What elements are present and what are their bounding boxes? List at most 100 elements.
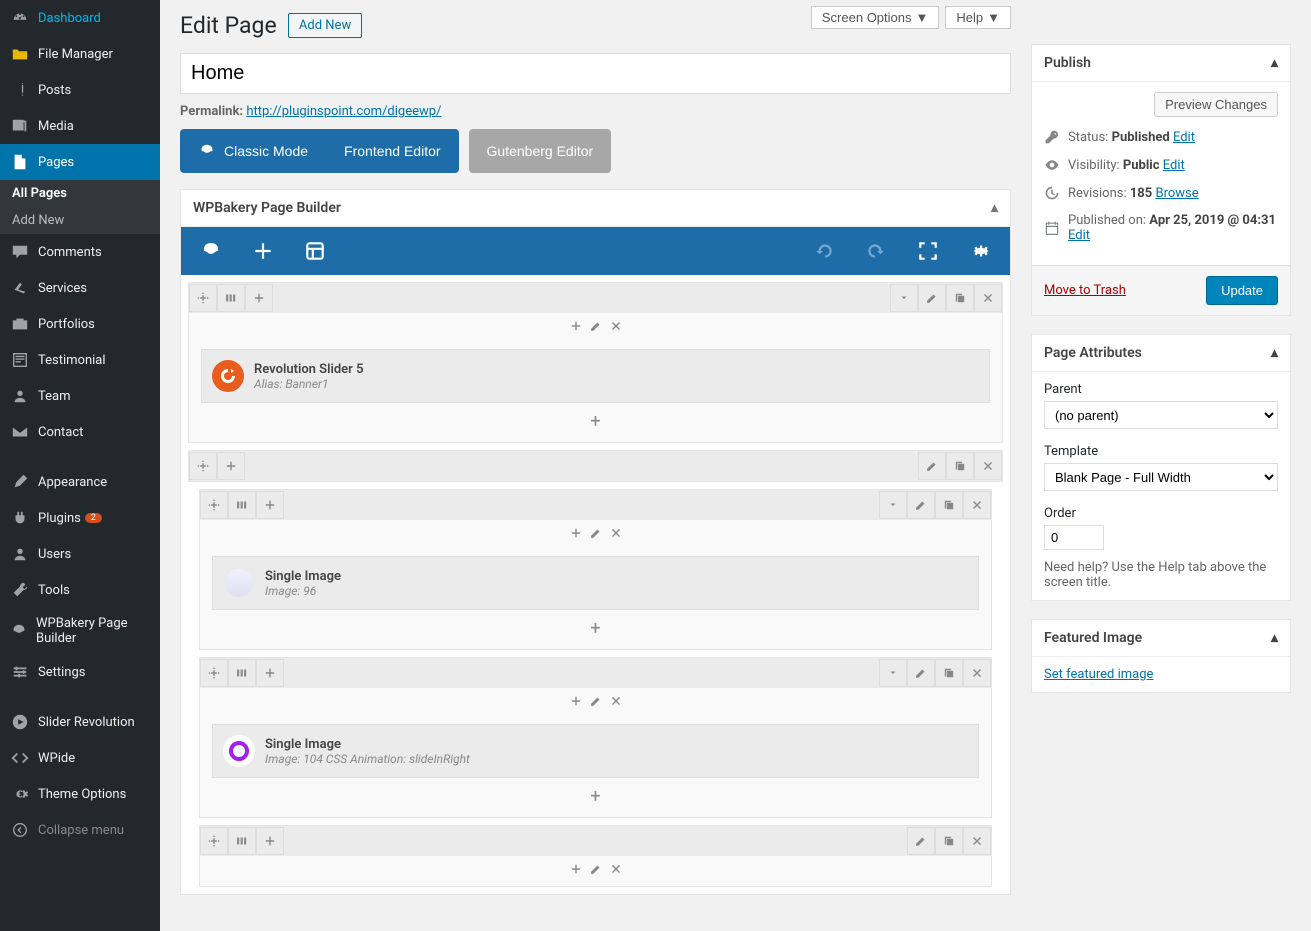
sidebar-item-filemanager[interactable]: File Manager (0, 36, 160, 72)
panel-collapse-icon[interactable]: ▴ (1271, 630, 1278, 646)
sidebar-sub-allpages[interactable]: All Pages (0, 180, 160, 207)
row-columns-button[interactable] (228, 491, 256, 519)
element-block[interactable]: Revolution Slider 5Alias: Banner1 (201, 349, 990, 403)
col-add-icon[interactable] (569, 526, 583, 540)
row-delete-button[interactable] (963, 491, 991, 519)
element-block[interactable]: Single ImageImage: 96 (212, 556, 979, 610)
help-button[interactable]: Help ▼ (945, 6, 1011, 29)
element-block[interactable]: Single ImageImage: 104 CSS Animation: sl… (212, 724, 979, 778)
sidebar-item-portfolios[interactable]: Portfolios (0, 306, 160, 342)
sidebar-item-media[interactable]: Media (0, 108, 160, 144)
col-add-icon[interactable] (569, 694, 583, 708)
col-delete-icon[interactable] (609, 862, 623, 876)
add-new-button[interactable]: Add New (288, 13, 362, 38)
row-clone-button[interactable] (946, 284, 974, 312)
preview-changes-button[interactable]: Preview Changes (1154, 92, 1278, 117)
col-edit-icon[interactable] (589, 694, 603, 708)
sidebar-item-wpbakery[interactable]: WPBakery Page Builder (0, 608, 160, 654)
sidebar-item-services[interactable]: Services (0, 270, 160, 306)
sidebar-item-users[interactable]: Users (0, 536, 160, 572)
sidebar-sub-addnew[interactable]: Add New (0, 207, 160, 234)
row-dropdown-button[interactable] (879, 491, 907, 519)
sidebar-item-tools[interactable]: Tools (0, 572, 160, 608)
row-clone-button[interactable] (935, 659, 963, 687)
panel-collapse-icon[interactable]: ▴ (1271, 55, 1278, 71)
row-columns-button[interactable] (217, 284, 245, 312)
classic-mode-tab[interactable]: Classic Mode (180, 129, 326, 173)
row-add-button[interactable] (217, 452, 245, 480)
row-edit-button[interactable] (907, 491, 935, 519)
col-delete-icon[interactable] (609, 319, 623, 333)
fullscreen-icon[interactable] (916, 239, 940, 263)
row-add-button[interactable] (256, 827, 284, 855)
redo-icon[interactable] (864, 239, 888, 263)
sidebar-item-plugins[interactable]: Plugins2 (0, 500, 160, 536)
order-input[interactable] (1044, 525, 1104, 550)
sidebar-item-themeoptions[interactable]: Theme Options (0, 776, 160, 812)
sidebar-item-slider[interactable]: Slider Revolution (0, 704, 160, 740)
sidebar-item-wpide[interactable]: WPide (0, 740, 160, 776)
sidebar-item-pages[interactable]: Pages (0, 144, 160, 180)
sidebar-item-dashboard[interactable]: Dashboard (0, 0, 160, 36)
row-delete-button[interactable] (974, 452, 1002, 480)
row-dropdown-button[interactable] (890, 284, 918, 312)
col-delete-icon[interactable] (609, 694, 623, 708)
permalink-url[interactable]: http://pluginspoint.com/digeewp/ (246, 104, 441, 119)
row-edit-button[interactable] (907, 827, 935, 855)
edit-status-link[interactable]: Edit (1173, 130, 1195, 145)
row-clone-button[interactable] (935, 827, 963, 855)
template-select[interactable]: Blank Page - Full Width (1044, 463, 1278, 491)
row-add-button[interactable] (245, 284, 273, 312)
row-move-handle[interactable] (189, 452, 217, 480)
row-clone-button[interactable] (935, 491, 963, 519)
row-move-handle[interactable] (200, 659, 228, 687)
update-button[interactable]: Update (1206, 276, 1278, 305)
col-add-icon[interactable] (569, 862, 583, 876)
wpbakery-logo-icon[interactable] (199, 239, 223, 263)
row-edit-button[interactable] (918, 284, 946, 312)
sidebar-item-testimonial[interactable]: Testimonial (0, 342, 160, 378)
sidebar-item-posts[interactable]: Posts (0, 72, 160, 108)
row-dropdown-button[interactable] (879, 659, 907, 687)
row-add-button[interactable] (256, 491, 284, 519)
col-edit-icon[interactable] (589, 526, 603, 540)
panel-collapse-icon[interactable]: ▴ (991, 200, 998, 216)
template-icon[interactable] (303, 239, 327, 263)
row-delete-button[interactable] (963, 827, 991, 855)
column-add-button[interactable]: + (200, 778, 991, 817)
sidebar-item-settings[interactable]: Settings (0, 654, 160, 690)
undo-icon[interactable] (812, 239, 836, 263)
move-to-trash-link[interactable]: Move to Trash (1044, 283, 1126, 298)
row-edit-button[interactable] (918, 452, 946, 480)
add-element-icon[interactable] (251, 239, 275, 263)
settings-gear-icon[interactable] (968, 239, 992, 263)
row-delete-button[interactable] (963, 659, 991, 687)
set-featured-image-link[interactable]: Set featured image (1044, 667, 1153, 682)
col-edit-icon[interactable] (589, 862, 603, 876)
row-move-handle[interactable] (200, 491, 228, 519)
column-add-button[interactable]: + (189, 403, 1002, 442)
row-delete-button[interactable] (974, 284, 1002, 312)
sidebar-item-team[interactable]: Team (0, 378, 160, 414)
sidebar-item-appearance[interactable]: Appearance (0, 464, 160, 500)
col-edit-icon[interactable] (589, 319, 603, 333)
screen-options-button[interactable]: Screen Options ▼ (811, 6, 939, 29)
sidebar-item-collapse[interactable]: Collapse menu (0, 812, 160, 848)
parent-select[interactable]: (no parent) (1044, 401, 1278, 429)
frontend-editor-tab[interactable]: Frontend Editor (326, 129, 459, 173)
browse-revisions-link[interactable]: Browse (1155, 186, 1198, 201)
row-move-handle[interactable] (200, 827, 228, 855)
edit-date-link[interactable]: Edit (1068, 228, 1090, 243)
row-move-handle[interactable] (189, 284, 217, 312)
col-add-icon[interactable] (569, 319, 583, 333)
sidebar-item-comments[interactable]: Comments (0, 234, 160, 270)
col-delete-icon[interactable] (609, 526, 623, 540)
row-columns-button[interactable] (228, 659, 256, 687)
sidebar-item-contact[interactable]: Contact (0, 414, 160, 450)
row-add-button[interactable] (256, 659, 284, 687)
gutenberg-editor-tab[interactable]: Gutenberg Editor (469, 129, 612, 173)
row-columns-button[interactable] (228, 827, 256, 855)
column-add-button[interactable]: + (200, 610, 991, 649)
panel-collapse-icon[interactable]: ▴ (1271, 345, 1278, 361)
edit-visibility-link[interactable]: Edit (1163, 158, 1185, 173)
